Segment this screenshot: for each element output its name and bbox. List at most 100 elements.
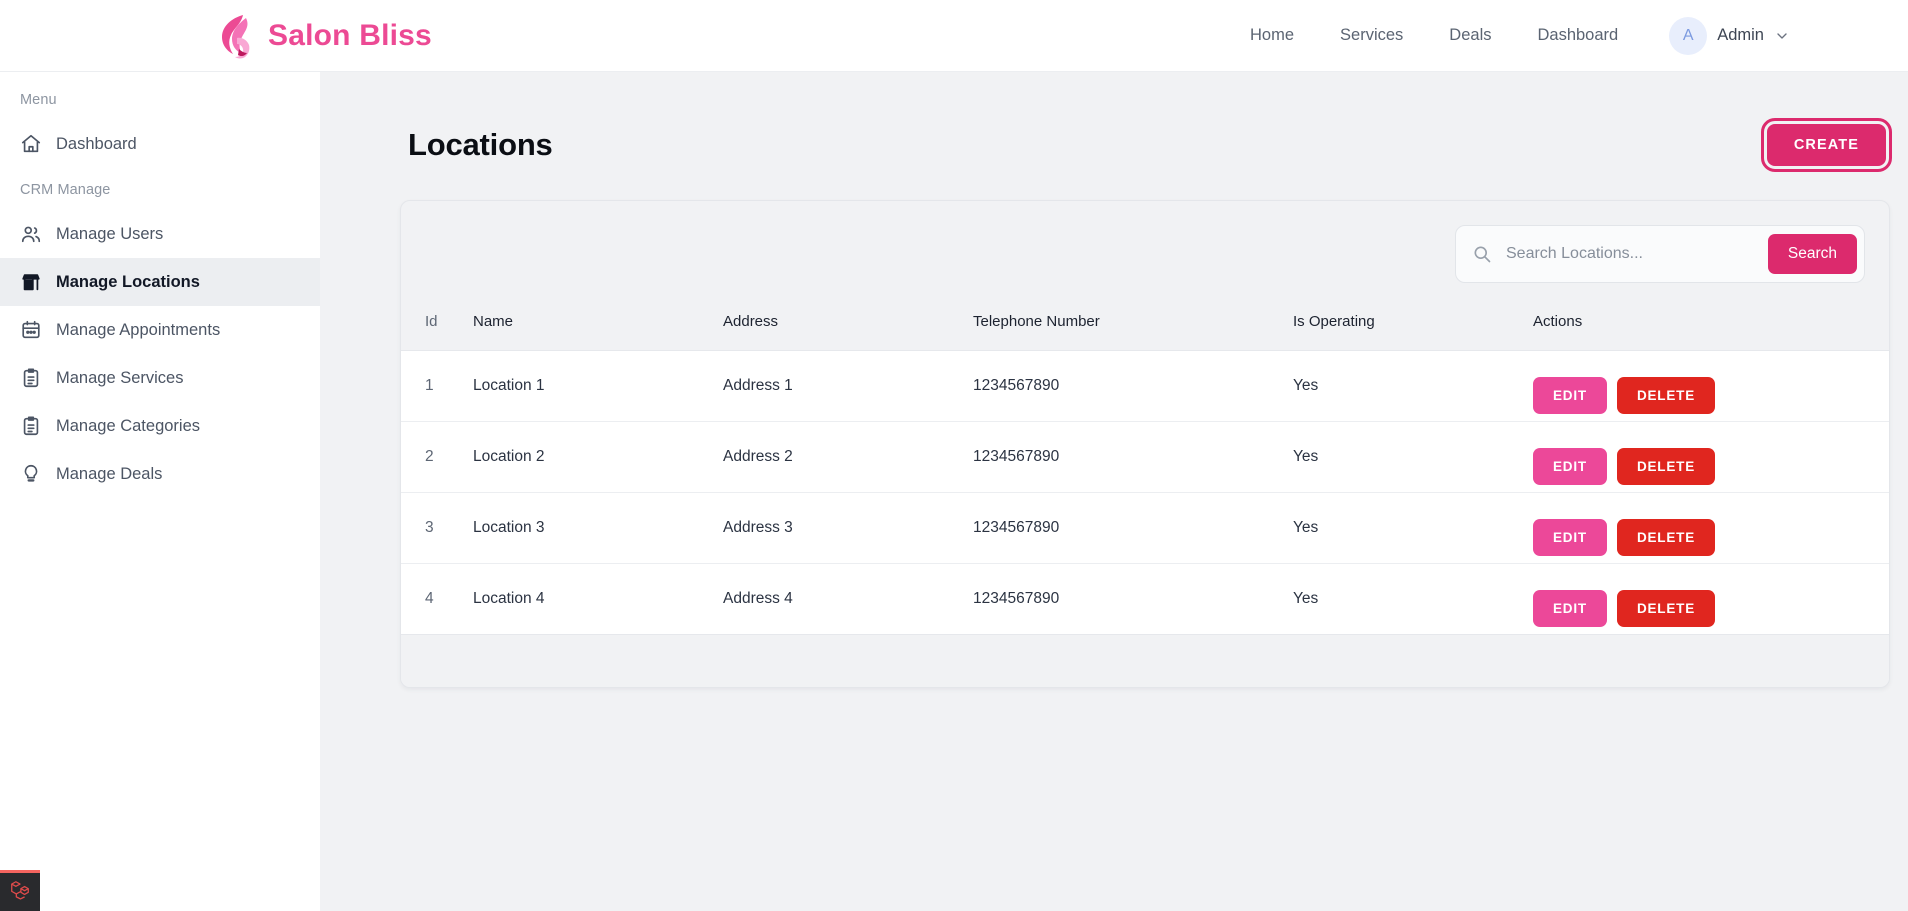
sidebar-item-label: Manage Categories [56,416,201,435]
col-header-address: Address [723,305,973,351]
sidebar-item-label: Manage Locations [56,272,200,291]
locations-table: Id Name Address Telephone Number Is Oper… [401,305,1889,635]
cell-address: Address 2 [723,421,973,493]
edit-button[interactable]: EDIT [1533,447,1607,485]
sidebar-item-manage-locations[interactable]: Manage Locations [0,258,320,306]
edit-button[interactable]: EDIT [1533,518,1607,556]
card-footer [401,635,1889,687]
table-head: Id Name Address Telephone Number Is Oper… [401,305,1889,351]
col-header-operating: Is Operating [1293,305,1533,351]
delete-button[interactable]: DELETE [1616,447,1716,485]
row-actions: EDIT DELETE [1533,589,1889,627]
page-title: Locations [408,127,553,162]
cell-telephone: 1234567890 [973,421,1293,493]
delete-button[interactable]: DELETE [1616,589,1716,627]
sidebar-item-label: Manage Deals [56,464,163,483]
cell-telephone: 1234567890 [973,492,1293,564]
laravel-icon [9,879,31,906]
users-icon [20,223,42,245]
col-header-telephone: Telephone Number [973,305,1293,351]
cell-operating: Yes [1293,350,1533,422]
page-header: Locations CREATE [320,72,1908,172]
lightbulb-icon [20,463,42,485]
cell-id: 2 [401,421,473,493]
sidebar-item-manage-users[interactable]: Manage Users [0,210,320,258]
brand-name: Salon Bliss [268,18,432,52]
search-box[interactable]: Search [1455,225,1865,283]
sidebar-item-manage-appointments[interactable]: Manage Appointments [0,306,320,354]
cell-actions: EDIT DELETE [1533,421,1889,493]
cell-name: Location 3 [473,492,723,564]
top-header: Salon Bliss Home Services Deals Dashboar… [0,0,1908,72]
cell-actions: EDIT DELETE [1533,563,1889,635]
clipboard-list-icon [20,367,42,389]
nav-link-deals[interactable]: Deals [1426,26,1514,45]
sidebar-item-label: Manage Users [56,224,164,243]
sidebar-section-crm: CRM Manage [20,182,111,198]
delete-button[interactable]: DELETE [1616,376,1716,414]
user-name: Admin [1717,26,1764,44]
brand-logo-group[interactable]: Salon Bliss [212,12,432,60]
sidebar-item-label: Manage Appointments [56,320,221,339]
cell-address: Address 1 [723,350,973,422]
salon-bliss-logo-icon [212,12,258,60]
clipboard-list-icon [20,415,42,437]
card-toolbar: Search [401,201,1889,305]
cell-address: Address 3 [723,492,973,564]
calendar-icon [20,319,42,341]
sidebar-item-dashboard[interactable]: Dashboard [0,120,320,168]
delete-button[interactable]: DELETE [1616,518,1716,556]
nav-link-dashboard[interactable]: Dashboard [1514,26,1641,45]
table-row: 3 Location 3 Address 3 1234567890 Yes ED… [401,492,1889,564]
col-header-name: Name [473,305,723,351]
cell-actions: EDIT DELETE [1533,492,1889,564]
main-content: Locations CREATE Search Id Name Address … [320,72,1908,911]
cell-name: Location 1 [473,350,723,422]
cell-actions: EDIT DELETE [1533,350,1889,422]
search-icon [1472,244,1492,264]
locations-card: Search Id Name Address Telephone Number … [400,200,1890,688]
nav-link-services[interactable]: Services [1317,26,1426,45]
cell-telephone: 1234567890 [973,350,1293,422]
create-button[interactable]: CREATE [1760,118,1893,172]
table-header-row: Id Name Address Telephone Number Is Oper… [401,305,1889,351]
row-actions: EDIT DELETE [1533,447,1889,485]
table-row: 4 Location 4 Address 4 1234567890 Yes ED… [401,563,1889,635]
sidebar-item-label: Dashboard [56,134,137,153]
sidebar-section-menu: Menu [20,92,57,108]
sidebar: Menu Dashboard CRM Manage Manage Users M… [0,72,320,911]
cell-operating: Yes [1293,563,1533,635]
top-navigation: Home Services Deals Dashboard A Admin [1227,16,1908,55]
edit-button[interactable]: EDIT [1533,589,1607,627]
cell-address: Address 4 [723,563,973,635]
cell-name: Location 4 [473,563,723,635]
col-header-actions: Actions [1533,305,1889,351]
nav-link-home[interactable]: Home [1227,26,1317,45]
search-input[interactable] [1492,245,1768,263]
sidebar-item-manage-categories[interactable]: Manage Categories [0,402,320,450]
cell-id: 1 [401,350,473,422]
cell-id: 4 [401,563,473,635]
cell-operating: Yes [1293,492,1533,564]
table-row: 1 Location 1 Address 1 1234567890 Yes ED… [401,350,1889,422]
user-menu[interactable]: A Admin [1669,16,1790,55]
cell-operating: Yes [1293,421,1533,493]
cell-id: 3 [401,492,473,564]
table-body: 1 Location 1 Address 1 1234567890 Yes ED… [401,350,1889,635]
avatar: A [1669,16,1708,55]
home-icon [20,133,42,155]
search-button[interactable]: Search [1767,234,1857,274]
store-icon [20,271,42,293]
row-actions: EDIT DELETE [1533,518,1889,556]
row-actions: EDIT DELETE [1533,376,1889,414]
edit-button[interactable]: EDIT [1533,376,1607,414]
sidebar-item-label: Manage Services [56,368,184,387]
cell-telephone: 1234567890 [973,563,1293,635]
cell-name: Location 2 [473,421,723,493]
sidebar-item-manage-services[interactable]: Manage Services [0,354,320,402]
col-header-id: Id [401,305,473,351]
sidebar-item-manage-deals[interactable]: Manage Deals [0,450,320,498]
table-row: 2 Location 2 Address 2 1234567890 Yes ED… [401,421,1889,493]
laravel-debugbar-toggle[interactable] [0,870,40,911]
chevron-down-icon [1774,28,1790,44]
